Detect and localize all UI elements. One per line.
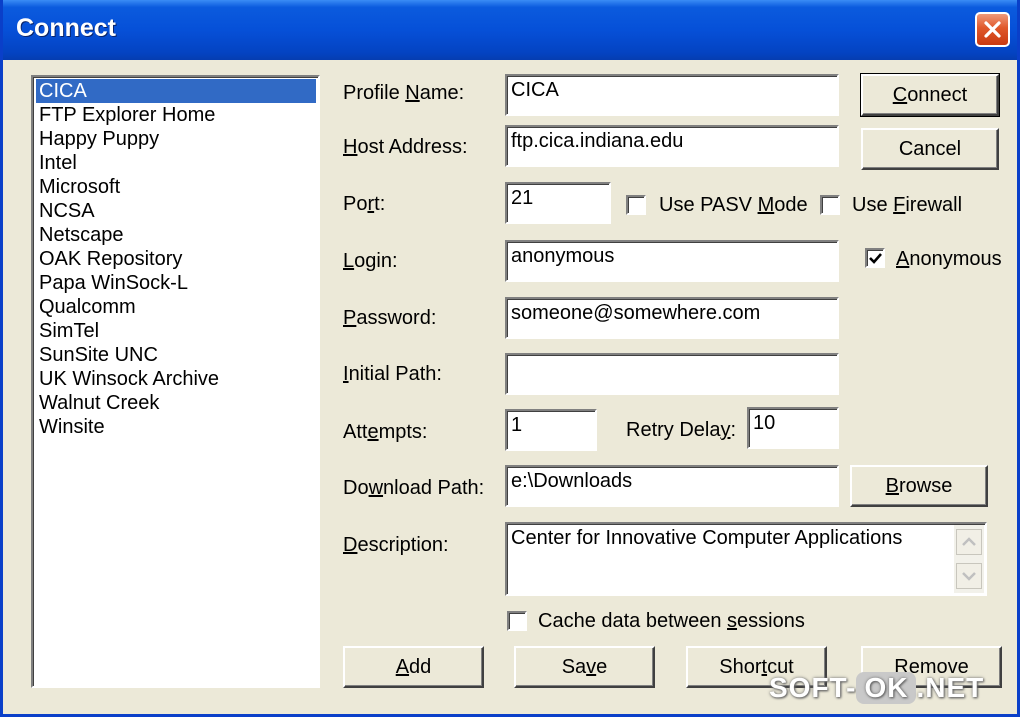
watermark-left: SOFT- <box>769 672 857 703</box>
list-item[interactable]: NCSA <box>36 199 316 223</box>
login-label: Login: <box>343 250 398 272</box>
list-item[interactable]: Qualcomm <box>36 295 316 319</box>
use-firewall-checkbox[interactable] <box>820 195 840 215</box>
cache-label: Cache data between sessions <box>538 610 805 632</box>
list-item[interactable]: Winsite <box>36 415 316 439</box>
attempts-label: Attempts: <box>343 421 428 443</box>
port-field[interactable]: 21 <box>505 182 611 224</box>
download-path-field[interactable]: e:\Downloads <box>505 465 839 507</box>
window-title: Connect <box>16 14 116 42</box>
connect-dialog: Connect CICA FTP Explorer Home Happy Puppy… <box>0 0 1020 717</box>
list-item[interactable]: Papa WinSock-L <box>36 271 316 295</box>
download-path-label: Download Path: <box>343 477 485 499</box>
list-item[interactable]: CICA <box>36 79 316 103</box>
list-item[interactable]: Walnut Creek <box>36 391 316 415</box>
anonymous-checkbox[interactable] <box>865 248 885 268</box>
description-text: Center for Innovative Computer Applicati… <box>511 527 903 549</box>
watermark-ok: OK <box>856 672 917 704</box>
list-item[interactable]: FTP Explorer Home <box>36 103 316 127</box>
checkmark-icon <box>869 253 882 264</box>
save-button[interactable]: Save <box>514 646 655 688</box>
list-item[interactable]: Microsoft <box>36 175 316 199</box>
list-item[interactable]: OAK Repository <box>36 247 316 271</box>
list-item[interactable]: UK Winsock Archive <box>36 367 316 391</box>
anonymous-label: Anonymous <box>896 248 1002 270</box>
list-item[interactable]: Intel <box>36 151 316 175</box>
chevron-up-icon <box>962 537 976 546</box>
login-field[interactable]: anonymous <box>505 240 839 282</box>
retry-delay-label: Retry Delay: <box>626 419 737 441</box>
port-label: Port: <box>343 193 386 215</box>
description-label: Description: <box>343 534 449 556</box>
use-pasv-label: Use PASV Mode <box>659 194 808 216</box>
description-field[interactable]: Center for Innovative Computer Applicati… <box>505 522 987 596</box>
retry-delay-field[interactable]: 10 <box>747 407 839 449</box>
close-icon <box>984 21 1001 38</box>
password-label: Password: <box>343 307 437 329</box>
browse-button[interactable]: Browse <box>850 465 988 507</box>
password-field[interactable]: someone@somewhere.com <box>505 297 839 339</box>
watermark-right: .NET <box>916 672 985 703</box>
scroll-up-button[interactable] <box>956 529 982 555</box>
list-item[interactable]: Netscape <box>36 223 316 247</box>
chevron-down-icon <box>962 572 976 581</box>
close-button[interactable] <box>975 12 1010 47</box>
profile-name-label: Profile Name: <box>343 82 465 104</box>
scroll-down-button[interactable] <box>956 563 982 589</box>
connect-button[interactable]: Connect <box>860 73 1000 117</box>
attempts-field[interactable]: 1 <box>505 409 597 451</box>
list-item[interactable]: SunSite UNC <box>36 343 316 367</box>
use-firewall-label: Use Firewall <box>852 194 963 216</box>
initial-path-field[interactable] <box>505 353 839 395</box>
description-scrollbar[interactable] <box>954 525 984 593</box>
list-item[interactable]: Happy Puppy <box>36 127 316 151</box>
use-pasv-checkbox[interactable] <box>626 195 646 215</box>
cache-checkbox[interactable] <box>507 611 527 631</box>
cancel-button[interactable]: Cancel <box>861 128 999 170</box>
initial-path-label: Initial Path: <box>343 363 442 385</box>
profile-list[interactable]: CICA FTP Explorer Home Happy Puppy Intel Mic… <box>31 75 320 688</box>
title-bar[interactable]: Connect <box>3 0 1017 60</box>
watermark: SOFT- OK .NET <box>769 672 984 712</box>
host-address-field[interactable]: ftp.cica.indiana.edu <box>505 125 839 167</box>
profile-name-field[interactable]: CICA <box>505 74 839 116</box>
add-button[interactable]: Add <box>343 646 484 688</box>
host-address-label: Host Address: <box>343 136 468 158</box>
list-item[interactable]: SimTel <box>36 319 316 343</box>
